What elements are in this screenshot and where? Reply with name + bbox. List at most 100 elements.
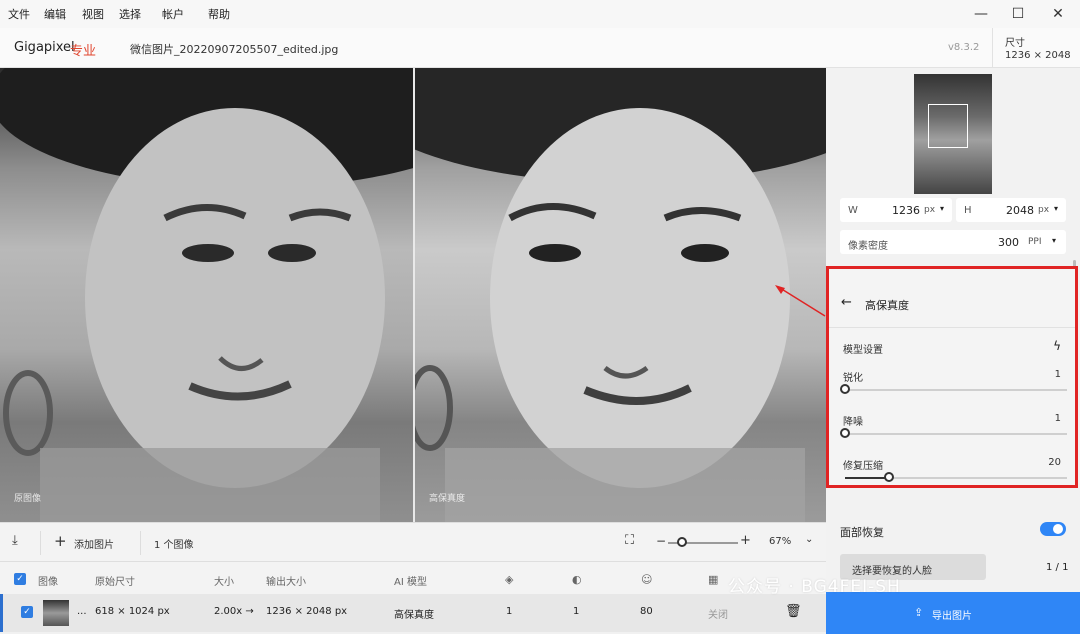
size-value: 1236 × 2048 xyxy=(1005,50,1071,61)
col-ai-model: AI 模型 xyxy=(394,577,427,588)
original-image-pane[interactable]: 原图像 xyxy=(0,68,413,522)
format-icon: ▦ xyxy=(708,573,719,586)
face-count: 1 / 1 xyxy=(1046,562,1069,573)
denoise-slider-track[interactable] xyxy=(845,433,1067,435)
caret-down-icon[interactable]: ▾ xyxy=(1054,204,1058,213)
header-divider xyxy=(992,28,993,68)
preview-thumbnail[interactable] xyxy=(914,74,992,194)
menu-edit[interactable]: 编辑 xyxy=(44,6,66,22)
compression-value[interactable]: 20 xyxy=(1048,457,1061,468)
app-edition: 专业 xyxy=(70,44,97,59)
row-checkbox[interactable]: ✓ xyxy=(21,606,33,618)
original-portrait xyxy=(0,68,413,522)
export-label: 导出图片 xyxy=(932,611,972,622)
height-unit[interactable]: px xyxy=(1038,205,1049,215)
height-field[interactable]: H 2048 px ▾ xyxy=(956,198,1066,222)
plus-icon[interactable]: + xyxy=(54,532,67,550)
menu-file[interactable]: 文件 xyxy=(8,6,30,22)
size-label: 尺寸 xyxy=(1005,38,1025,49)
row-model[interactable]: 高保真度 xyxy=(394,606,434,621)
watermark: 公众号 · BG4FEI-SH xyxy=(728,577,901,597)
app-name: Gigapixel xyxy=(14,40,75,55)
file-name: 微信图片_20220907205507_edited.jpg xyxy=(130,43,339,56)
image-toolbar: ⤓ + 添加图片 1 个图像 ⛶ − + 67% ⌄ xyxy=(0,522,826,562)
ppi-field[interactable]: 像素密度 300 PPI ▾ xyxy=(840,230,1066,254)
height-value[interactable]: 2048 xyxy=(1006,204,1034,217)
fidelity-settings: ← 高保真度 模型设置 ϟ 锐化 1 降噪 1 修复压缩 20 xyxy=(826,266,1078,488)
export-button[interactable]: ⇪ 导出图片 xyxy=(826,592,1080,634)
minimize-button[interactable]: — xyxy=(966,2,996,26)
image-count: 1 个图像 xyxy=(154,540,194,551)
denoise-value[interactable]: 1 xyxy=(1055,413,1061,424)
toolbar-divider xyxy=(140,531,141,555)
close-button[interactable]: ✕ xyxy=(1043,2,1073,26)
original-label: 原图像 xyxy=(14,494,42,504)
add-image-button[interactable]: 添加图片 xyxy=(74,536,114,551)
row-compression: 80 xyxy=(640,606,653,617)
face-recovery-toggle[interactable] xyxy=(1040,522,1066,536)
width-value[interactable]: 1236 xyxy=(892,204,920,217)
sharpen-slider-track[interactable] xyxy=(845,389,1067,391)
menu-account[interactable]: 帐户 xyxy=(162,6,184,22)
export-icon: ⇪ xyxy=(914,606,924,619)
trash-icon[interactable]: 🗑 xyxy=(785,604,802,619)
row-ellipsis: ... xyxy=(77,606,87,617)
zoom-value: 67% xyxy=(769,536,792,547)
toggle-knob xyxy=(1053,524,1063,534)
fidelity-title: 高保真度 xyxy=(865,299,909,312)
enhanced-portrait xyxy=(415,68,826,522)
back-arrow-icon[interactable]: ← xyxy=(841,295,852,310)
zoom-slider-knob[interactable] xyxy=(677,537,687,547)
face-recovery-label: 面部恢复 xyxy=(840,526,884,539)
chevron-down-icon[interactable]: ⌄ xyxy=(805,534,813,545)
table-header: ✓ 图像 原始尺寸 大小 输出大小 AI 模型 ◈ ◐ ☺ ▦ xyxy=(0,562,826,594)
caret-down-icon[interactable]: ▾ xyxy=(940,204,944,213)
row-face: 关闭 xyxy=(708,610,728,621)
width-label: W xyxy=(848,205,858,216)
download-icon[interactable]: ⤓ xyxy=(12,533,18,548)
enhanced-image-pane[interactable]: 高保真度 xyxy=(415,68,826,522)
compression-slider-knob[interactable] xyxy=(884,472,895,482)
table-row[interactable]: ✓ ... 618 × 1024 px 2.00x → 1236 × 2048 … xyxy=(0,594,826,632)
compression-label: 修复压缩 xyxy=(843,461,883,472)
height-label: H xyxy=(964,205,972,216)
lightning-icon[interactable]: ϟ xyxy=(1053,339,1061,353)
col-original-size: 原始尺寸 xyxy=(95,577,135,588)
sharpen-value[interactable]: 1 xyxy=(1055,369,1061,380)
width-field[interactable]: W 1236 px ▾ xyxy=(840,198,952,222)
menu-select[interactable]: 选择 xyxy=(119,6,141,22)
toolbar-divider xyxy=(40,531,41,555)
version-label: v8.3.2 xyxy=(948,42,980,53)
select-all-checkbox[interactable]: ✓ xyxy=(14,573,26,585)
denoise-icon: ◐ xyxy=(572,573,582,586)
header: Gigapixel 专业 微信图片_20220907205507_edited.… xyxy=(0,28,1080,68)
face-icon: ☺ xyxy=(641,573,653,586)
row-original-size: 618 × 1024 px xyxy=(95,606,170,617)
divider xyxy=(829,327,1075,328)
menu-bar: 文件 编辑 视图 选择 帐户 帮助 — ☐ ✕ xyxy=(0,0,1080,28)
col-image: 图像 xyxy=(38,577,58,588)
ppi-value[interactable]: 300 xyxy=(998,236,1019,249)
menu-help[interactable]: 帮助 xyxy=(208,6,230,22)
zoom-out-icon[interactable]: − xyxy=(656,534,666,548)
row-output-size: 1236 × 2048 px xyxy=(266,606,348,617)
denoise-slider-knob[interactable] xyxy=(840,428,850,438)
width-unit[interactable]: px xyxy=(924,205,935,215)
caret-down-icon[interactable]: ▾ xyxy=(1052,236,1056,245)
crop-frame[interactable] xyxy=(928,104,968,148)
maximize-button[interactable]: ☐ xyxy=(1003,2,1033,26)
col-output-size: 输出大小 xyxy=(266,577,306,588)
compression-slider-fill xyxy=(845,477,890,479)
zoom-in-icon[interactable]: + xyxy=(740,533,751,548)
row-scale[interactable]: 2.00x → xyxy=(214,606,254,617)
fit-screen-icon[interactable]: ⛶ xyxy=(625,533,634,548)
sharpen-slider-knob[interactable] xyxy=(840,384,850,394)
denoise-label: 降噪 xyxy=(843,417,863,428)
row-thumbnail xyxy=(43,600,69,626)
row-denoise: 1 xyxy=(573,606,580,617)
model-settings-label: 模型设置 xyxy=(843,345,883,356)
ppi-unit[interactable]: PPI xyxy=(1028,237,1042,247)
ppi-label: 像素密度 xyxy=(848,241,888,252)
menu-view[interactable]: 视图 xyxy=(82,6,104,22)
sharpen-icon: ◈ xyxy=(505,573,514,586)
